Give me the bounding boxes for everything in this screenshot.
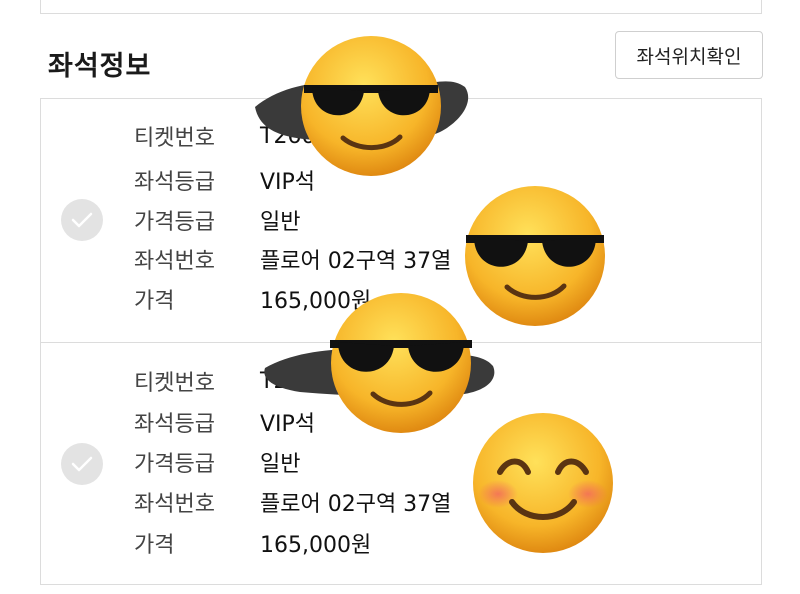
price-value: 165,000원 (260, 533, 372, 558)
check-circle-icon[interactable] (61, 199, 103, 241)
price-label: 가격 (134, 289, 175, 314)
price-grade-row: 가격등급 일반 (134, 203, 300, 237)
check-circle-icon[interactable] (61, 443, 103, 485)
seat-number-value: 플로어 02구역 37열 (260, 492, 452, 517)
check-mark-icon (71, 212, 93, 228)
seat-number-label: 좌석번호 (134, 249, 215, 274)
redaction-scribble (264, 349, 495, 397)
price-grade-value: 일반 (260, 452, 301, 477)
seat-info-page: 좌석정보 좌석위치확인 티켓번호 T260 좌석등급 VIP석 가격등급 일반 (0, 0, 800, 594)
price-grade-label: 가격등급 (134, 452, 215, 477)
seat-number-row: 좌석번호 플로어 02구역 37열 (134, 485, 451, 519)
price-label: 가격 (134, 533, 175, 558)
check-mark-icon (71, 456, 93, 472)
seat-location-button[interactable]: 좌석위치확인 (615, 31, 763, 79)
seat-grade-value: VIP석 (260, 170, 316, 195)
price-grade-row: 가격등급 일반 (134, 445, 300, 479)
seat-grade-label: 좌석등급 (134, 412, 215, 437)
price-row: 가격 165,000원 (134, 282, 371, 316)
redaction-scribble (255, 81, 469, 143)
price-grade-value: 일반 (260, 210, 301, 235)
section-title: 좌석정보 (48, 51, 152, 82)
seat-grade-row: 좌석등급 VIP석 (134, 405, 315, 439)
ticket-number-label: 티켓번호 (134, 371, 215, 396)
seat-number-label: 좌석번호 (134, 492, 215, 517)
price-value: 165,000원 (260, 289, 372, 314)
price-grade-label: 가격등급 (134, 210, 215, 235)
seat-grade-row: 좌석등급 VIP석 (134, 163, 315, 197)
ticket-number-label: 티켓번호 (134, 126, 215, 151)
seat-number-row: 좌석번호 플로어 02구역 37열 (134, 242, 451, 276)
price-row: 가격 165,000원 (134, 526, 371, 560)
seat-grade-label: 좌석등급 (134, 170, 215, 195)
seat-grade-value: VIP석 (260, 412, 316, 437)
seat-number-value: 플로어 02구역 37열 (260, 249, 452, 274)
previous-card-edge (40, 0, 762, 14)
